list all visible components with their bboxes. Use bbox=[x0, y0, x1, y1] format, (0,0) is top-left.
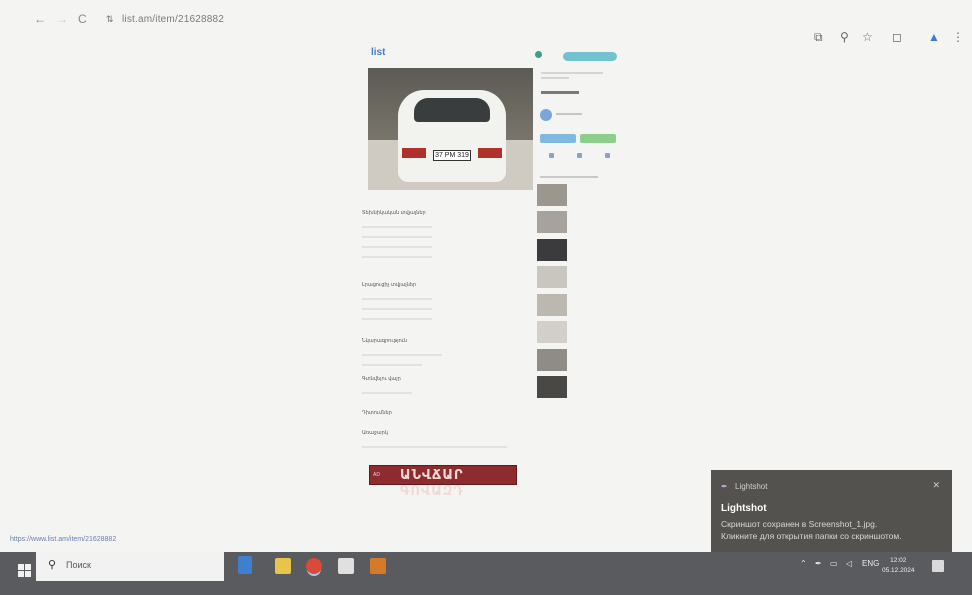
word-app-icon[interactable] bbox=[238, 556, 252, 574]
similar-listing[interactable] bbox=[537, 294, 627, 316]
taskbar-search-input[interactable]: ⚲ Поиск bbox=[36, 552, 224, 581]
spec-row bbox=[362, 318, 432, 320]
clock-time: 12:02 bbox=[890, 557, 907, 564]
bookmark-star-icon[interactable]: ☆ bbox=[862, 30, 873, 44]
similar-listings-heading bbox=[540, 174, 598, 178]
address-bar[interactable]: list.am/item/21628882 bbox=[122, 14, 224, 25]
section-heading: Դիտումներ bbox=[362, 410, 392, 416]
spec-row bbox=[362, 236, 432, 238]
extensions-icon[interactable]: ◻ bbox=[892, 30, 902, 44]
listing-page: list 37 PM 319 Տեխնիկական տվյալներ Լրացո… bbox=[355, 40, 625, 510]
show-phone-button[interactable] bbox=[540, 134, 576, 143]
site-info-icon[interactable]: ⇅ bbox=[106, 14, 114, 25]
listing-meta bbox=[541, 72, 621, 79]
profile-icon[interactable]: ▲ bbox=[928, 30, 940, 44]
spec-row bbox=[362, 298, 432, 300]
zoom-icon[interactable]: ⚲ bbox=[840, 30, 849, 44]
ad-banner-text: ԱՆՎՃԱՐ ԳՈՎԱԶԴ bbox=[400, 467, 464, 498]
windows-taskbar: ⚲ Поиск ⌃ ✒ ▭ ◁ ENG 12:02 05.12.2024 bbox=[0, 552, 972, 595]
similar-listing[interactable] bbox=[537, 239, 627, 261]
menu-icon[interactable]: ⋮ bbox=[952, 30, 964, 44]
share-icon[interactable] bbox=[577, 153, 582, 158]
lightshot-feather-icon: ✒ bbox=[721, 482, 728, 491]
forward-button[interactable]: → bbox=[56, 12, 68, 26]
license-plate: 37 PM 319 bbox=[433, 150, 471, 161]
section-heading: Առաջարկ bbox=[362, 430, 388, 436]
tray-chevron-icon[interactable]: ⌃ bbox=[800, 559, 807, 568]
link-status-url: https://www.list.am/item/21628882 bbox=[10, 536, 117, 543]
send-message-button[interactable] bbox=[580, 134, 616, 143]
similar-listing[interactable] bbox=[537, 349, 627, 371]
section-heading: Գտնվելու վայր bbox=[362, 376, 401, 382]
reload-button[interactable]: C bbox=[78, 12, 87, 26]
location-line bbox=[362, 392, 412, 394]
site-logo[interactable]: list bbox=[371, 47, 385, 58]
taskbar-clock[interactable]: 12:02 05.12.2024 bbox=[882, 556, 915, 576]
description-line bbox=[362, 354, 442, 356]
app-icon[interactable] bbox=[338, 558, 354, 574]
notification-title: Lightshot bbox=[721, 503, 767, 514]
language-indicator[interactable]: ENG bbox=[862, 559, 879, 568]
spec-row bbox=[362, 246, 432, 248]
chrome-icon[interactable] bbox=[306, 558, 322, 574]
spec-row bbox=[362, 226, 432, 228]
volume-icon[interactable]: ◁ bbox=[846, 559, 852, 568]
notification-app-name: Lightshot bbox=[735, 482, 768, 491]
notification-icon[interactable] bbox=[535, 51, 542, 58]
translate-icon[interactable]: ⧉ bbox=[814, 30, 823, 45]
back-button[interactable]: ← bbox=[34, 12, 46, 26]
report-icon[interactable] bbox=[605, 153, 610, 158]
tray-pen-icon[interactable]: ✒ bbox=[815, 559, 822, 568]
search-placeholder: Поиск bbox=[66, 560, 91, 570]
spec-row bbox=[362, 308, 432, 310]
search-icon: ⚲ bbox=[48, 559, 57, 571]
similar-listing[interactable] bbox=[537, 266, 627, 288]
description-line bbox=[362, 364, 422, 366]
post-ad-button[interactable] bbox=[563, 52, 617, 61]
listing-price bbox=[541, 88, 579, 94]
seller-name[interactable] bbox=[556, 110, 582, 115]
favorite-icon[interactable] bbox=[549, 153, 554, 158]
windows-start-button[interactable] bbox=[8, 558, 38, 580]
browser-toolbar: ← → C ⇅ list.am/item/21628882 ⧉ ⚲ ☆ ◻ ▲ … bbox=[0, 0, 972, 45]
section-heading: Տեխնիկական տվյալներ bbox=[362, 210, 426, 216]
action-center-icon[interactable] bbox=[932, 560, 944, 572]
similar-listing[interactable] bbox=[537, 321, 627, 343]
listing-photo[interactable]: 37 PM 319 bbox=[368, 68, 533, 190]
similar-listing[interactable] bbox=[537, 211, 627, 233]
network-icon[interactable]: ▭ bbox=[830, 559, 838, 568]
lightshot-notification[interactable]: ✒ Lightshot ✕ Lightshot Скриншот сохране… bbox=[711, 470, 952, 555]
section-heading: Նկարագրություն bbox=[362, 338, 408, 344]
similar-listing[interactable] bbox=[537, 184, 627, 206]
app-icon[interactable] bbox=[370, 558, 386, 574]
file-explorer-icon[interactable] bbox=[275, 558, 291, 574]
close-icon[interactable]: ✕ bbox=[932, 480, 940, 491]
notification-line-2: Кликните для открытия папки со скриншото… bbox=[721, 531, 902, 541]
section-heading: Լրացուցիչ տվյալներ bbox=[362, 282, 417, 288]
ad-banner[interactable]: AD ԱՆՎՃԱՐ ԳՈՎԱԶԴ bbox=[369, 465, 517, 498]
clock-date: 05.12.2024 bbox=[882, 567, 915, 574]
ad-banner-tag: AD bbox=[373, 472, 380, 478]
similar-listing[interactable] bbox=[537, 376, 627, 398]
offer-line bbox=[362, 446, 507, 448]
spec-row bbox=[362, 256, 432, 258]
seller-avatar[interactable] bbox=[540, 109, 552, 121]
notification-line-1: Скриншот сохранен в Screenshot_1.jpg. bbox=[721, 519, 878, 529]
